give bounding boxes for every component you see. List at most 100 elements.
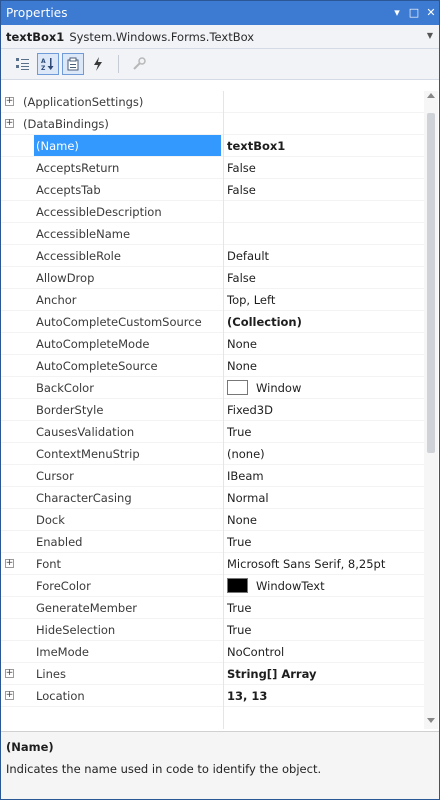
property-value[interactable]: IBeam	[227, 465, 425, 486]
property-value[interactable]: False	[227, 157, 425, 178]
property-value[interactable]: (Collection)	[227, 311, 425, 332]
property-value[interactable]	[227, 223, 425, 244]
property-value[interactable]	[227, 113, 425, 134]
property-name[interactable]: ContextMenuStrip	[34, 443, 221, 464]
property-name[interactable]: ForeColor	[34, 575, 221, 596]
property-value[interactable]: (none)	[227, 443, 425, 464]
property-row[interactable]: AccessibleDescription	[1, 201, 425, 223]
property-row[interactable]: AcceptsTab False	[1, 179, 425, 201]
property-name[interactable]: BorderStyle	[34, 399, 221, 420]
expand-plus-icon[interactable]: +	[5, 119, 14, 128]
grid-divider[interactable]	[223, 91, 224, 729]
property-name[interactable]: AutoCompleteCustomSource	[34, 311, 221, 332]
property-row[interactable]: CharacterCasing Normal	[1, 487, 425, 509]
property-row[interactable]: BorderStyle Fixed3D	[1, 399, 425, 421]
property-name[interactable]: (DataBindings)	[21, 113, 221, 134]
maximize-icon[interactable]: □	[408, 4, 420, 20]
property-row[interactable]: (Name) textBox1	[1, 135, 425, 157]
property-name[interactable]: AccessibleRole	[34, 245, 221, 266]
expand-plus-icon[interactable]: +	[5, 559, 14, 568]
row-expander[interactable]: +	[1, 97, 15, 106]
expand-plus-icon[interactable]: +	[5, 97, 14, 106]
property-name[interactable]: AllowDrop	[34, 267, 221, 288]
property-name[interactable]: GenerateMember	[34, 597, 221, 618]
scroll-up-icon[interactable]	[427, 93, 435, 98]
property-name[interactable]: CausesValidation	[34, 421, 221, 442]
property-row[interactable]: AutoCompleteMode None	[1, 333, 425, 355]
property-value[interactable]: False	[227, 267, 425, 288]
property-row[interactable]: Enabled True	[1, 531, 425, 553]
property-row[interactable]: ForeColor WindowText	[1, 575, 425, 597]
expand-plus-icon[interactable]: +	[5, 669, 14, 678]
property-name[interactable]: AutoCompleteSource	[34, 355, 221, 376]
property-name[interactable]: AcceptsReturn	[34, 157, 221, 178]
property-row[interactable]: + Font Microsoft Sans Serif, 8,25pt	[1, 553, 425, 575]
property-value[interactable]: None	[227, 355, 425, 376]
property-value[interactable]: NoControl	[227, 641, 425, 662]
property-row[interactable]: + (DataBindings)	[1, 113, 425, 135]
property-name[interactable]: AccessibleDescription	[34, 201, 221, 222]
properties-button[interactable]	[62, 53, 84, 75]
property-name[interactable]: (ApplicationSettings)	[21, 91, 221, 112]
property-value[interactable]: True	[227, 421, 425, 442]
vertical-scrollbar[interactable]	[424, 91, 438, 729]
property-value[interactable]: Normal	[227, 487, 425, 508]
property-row[interactable]: CausesValidation True	[1, 421, 425, 443]
property-value[interactable]: None	[227, 333, 425, 354]
property-value[interactable]: String[] Array	[227, 663, 425, 684]
property-pages-button[interactable]	[128, 53, 150, 75]
property-value[interactable]: Fixed3D	[227, 399, 425, 420]
property-row[interactable]: HideSelection True	[1, 619, 425, 641]
property-row[interactable]: BackColor Window	[1, 377, 425, 399]
property-name[interactable]: AcceptsTab	[34, 179, 221, 200]
property-value[interactable]	[227, 201, 425, 222]
property-value[interactable]: textBox1	[227, 135, 425, 156]
property-row[interactable]: AccessibleRole Default	[1, 245, 425, 267]
property-row[interactable]: Dock None	[1, 509, 425, 531]
property-value[interactable]: None	[227, 509, 425, 530]
property-value[interactable]: True	[227, 531, 425, 552]
window-position-dropdown-icon[interactable]: ▾	[391, 4, 403, 20]
property-value[interactable]: Microsoft Sans Serif, 8,25pt	[227, 553, 425, 574]
property-name[interactable]: AutoCompleteMode	[34, 333, 221, 354]
property-value[interactable]: WindowText	[227, 575, 425, 596]
property-name[interactable]: CharacterCasing	[34, 487, 221, 508]
row-expander[interactable]: +	[1, 119, 15, 128]
property-name[interactable]: HideSelection	[34, 619, 221, 640]
row-expander[interactable]: +	[1, 559, 15, 568]
property-row[interactable]: + Lines String[] Array	[1, 663, 425, 685]
close-icon[interactable]: ✕	[425, 4, 437, 20]
row-expander[interactable]: +	[1, 691, 15, 700]
property-name[interactable]: BackColor	[34, 377, 221, 398]
property-name[interactable]: Enabled	[34, 531, 221, 552]
property-name[interactable]: (Name)	[34, 135, 221, 156]
property-name[interactable]: Font	[34, 553, 221, 574]
property-value[interactable]: True	[227, 619, 425, 640]
object-selector[interactable]: textBox1 System.Windows.Forms.TextBox ▼	[1, 25, 439, 49]
property-row[interactable]: AccessibleName	[1, 223, 425, 245]
property-name[interactable]: Anchor	[34, 289, 221, 310]
property-row[interactable]: GenerateMember True	[1, 597, 425, 619]
scroll-thumb[interactable]	[427, 113, 435, 453]
property-name[interactable]: AccessibleName	[34, 223, 221, 244]
property-row[interactable]: AutoCompleteSource None	[1, 355, 425, 377]
property-row[interactable]: + Location 13, 13	[1, 685, 425, 707]
row-expander[interactable]: +	[1, 669, 15, 678]
property-row[interactable]: Anchor Top, Left	[1, 289, 425, 311]
categorized-button[interactable]	[12, 53, 34, 75]
alphabetical-button[interactable]: A Z	[37, 53, 59, 75]
property-row[interactable]: Cursor IBeam	[1, 465, 425, 487]
title-bar[interactable]: Properties ▾ □ ✕	[1, 1, 439, 25]
property-value[interactable]: True	[227, 597, 425, 618]
events-button[interactable]	[87, 53, 109, 75]
property-value[interactable]: Top, Left	[227, 289, 425, 310]
property-name[interactable]: ImeMode	[34, 641, 221, 662]
property-name[interactable]: Location	[34, 685, 221, 706]
property-name[interactable]: Cursor	[34, 465, 221, 486]
property-value[interactable]: Default	[227, 245, 425, 266]
property-name[interactable]: Lines	[34, 663, 221, 684]
property-row[interactable]: + (ApplicationSettings)	[1, 91, 425, 113]
property-value[interactable]: Window	[227, 377, 425, 398]
property-row[interactable]: AllowDrop False	[1, 267, 425, 289]
property-row[interactable]: AutoCompleteCustomSource (Collection)	[1, 311, 425, 333]
